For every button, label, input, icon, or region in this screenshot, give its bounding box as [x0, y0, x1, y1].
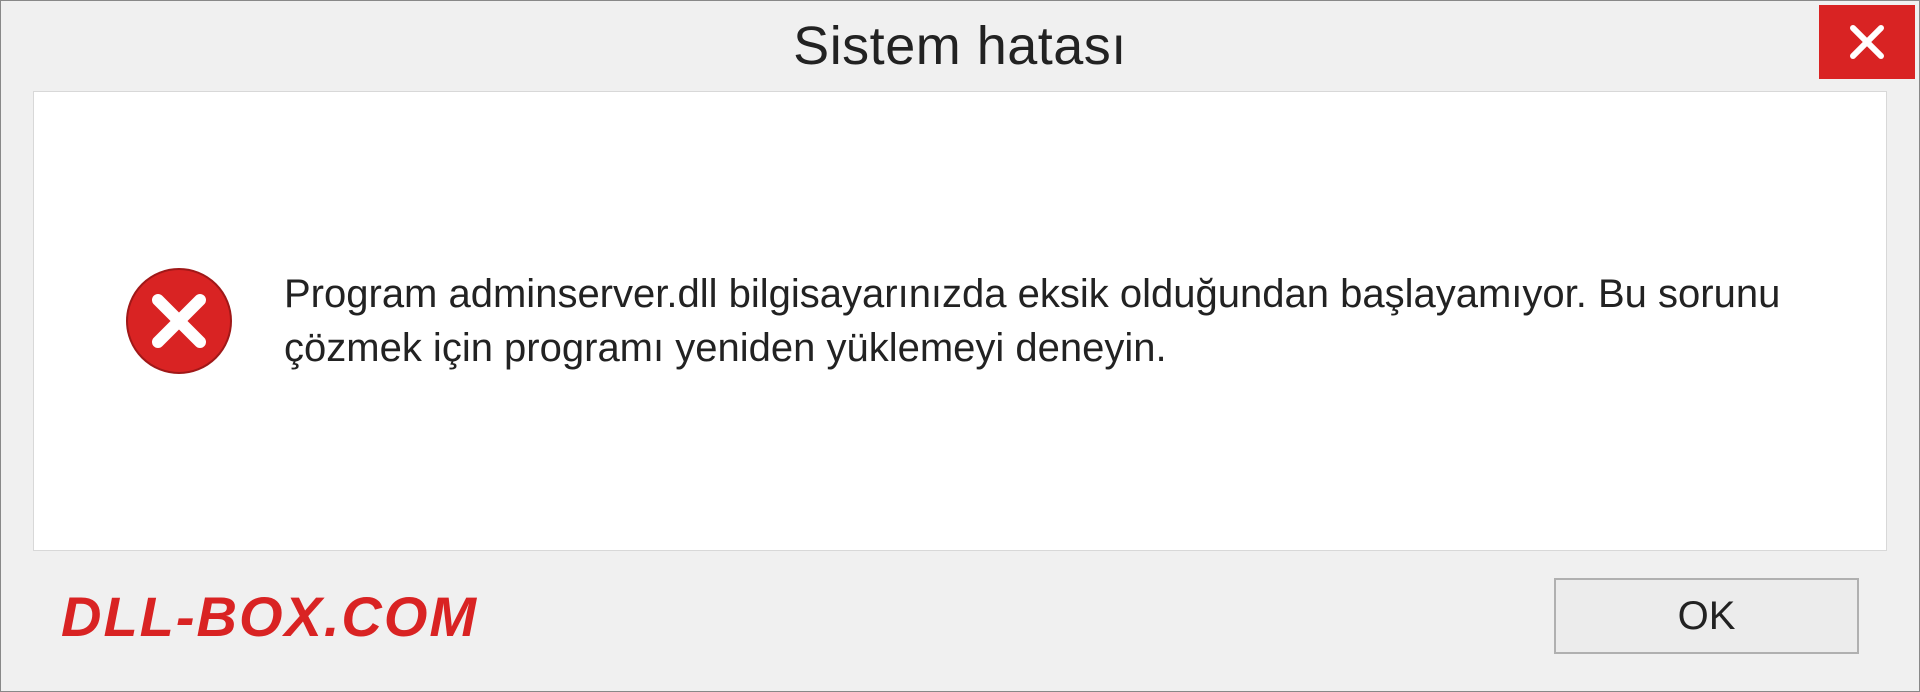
footer: DLL-BOX.COM OK [1, 571, 1919, 691]
close-button[interactable] [1819, 5, 1915, 79]
ok-button[interactable]: OK [1554, 578, 1859, 654]
error-message: Program adminserver.dll bilgisayarınızda… [284, 267, 1816, 375]
error-icon [124, 266, 234, 376]
error-dialog: Sistem hatası Program adminserver.dll bi… [0, 0, 1920, 692]
close-icon [1847, 22, 1887, 62]
titlebar: Sistem hatası [1, 1, 1919, 91]
content-panel: Program adminserver.dll bilgisayarınızda… [33, 91, 1887, 551]
watermark-text: DLL-BOX.COM [61, 584, 478, 649]
dialog-title: Sistem hatası [793, 15, 1127, 77]
